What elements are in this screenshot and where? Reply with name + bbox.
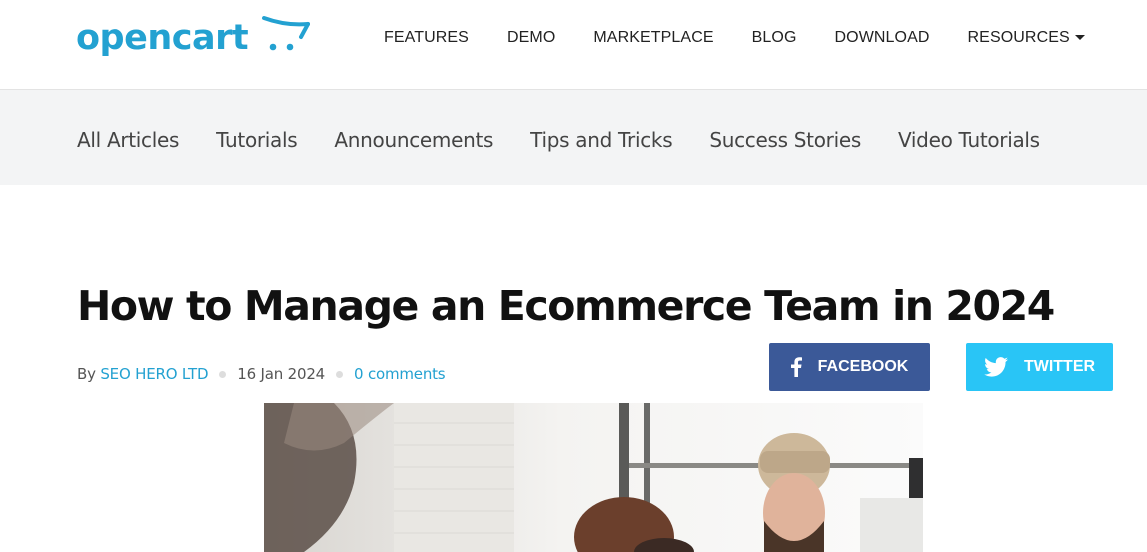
facebook-icon (790, 357, 802, 377)
twitter-label: TWITTER (1023, 358, 1096, 375)
article-hero-image (264, 403, 923, 552)
nav-resources-label: RESOURCES (967, 29, 1070, 46)
category-all-articles[interactable]: All Articles (77, 128, 179, 152)
nav-demo[interactable]: DEMO (507, 29, 555, 47)
author-link[interactable]: SEO HERO LTD (100, 365, 208, 383)
category-nav: All Articles Tutorials Announcements Tip… (77, 90, 1077, 190)
nav-features[interactable]: FEATURES (384, 29, 469, 47)
category-success-stories[interactable]: Success Stories (709, 128, 861, 152)
cart-logo-icon (262, 16, 310, 51)
category-video-tutorials[interactable]: Video Tutorials (898, 128, 1040, 152)
article-date: 16 Jan 2024 (237, 365, 326, 383)
article-title: How to Manage an Ecommerce Team in 2024 (77, 282, 1055, 330)
logo-text: opencart (76, 18, 249, 58)
nav-marketplace[interactable]: MARKETPLACE (593, 29, 713, 47)
main-nav: FEATURES DEMO MARKETPLACE BLOG DOWNLOAD … (384, 0, 1085, 76)
facebook-label: FACEBOOK (817, 358, 909, 375)
by-label: By (77, 365, 96, 383)
article-meta: By SEO HERO LTD 16 Jan 2024 0 comments (77, 362, 446, 386)
site-header: opencart FEATURES DEMO MARKETPLACE BLOG … (0, 0, 1147, 90)
comments-link[interactable]: 0 comments (354, 365, 446, 383)
category-tips-and-tricks[interactable]: Tips and Tricks (530, 128, 672, 152)
twitter-bird-icon (984, 357, 1008, 377)
nav-resources[interactable]: RESOURCES (968, 29, 1085, 47)
caret-down-icon (1074, 35, 1085, 41)
team-photo-image (264, 403, 923, 552)
category-bar: All Articles Tutorials Announcements Tip… (0, 90, 1147, 185)
separator-dot (219, 370, 227, 378)
category-announcements[interactable]: Announcements (334, 128, 493, 152)
facebook-share-button[interactable]: FACEBOOK (769, 343, 930, 391)
nav-download[interactable]: DOWNLOAD (835, 29, 930, 47)
nav-blog[interactable]: BLOG (752, 29, 797, 47)
separator-dot (336, 370, 344, 378)
opencart-logo[interactable]: opencart (76, 14, 310, 62)
twitter-share-button[interactable]: TWITTER (966, 343, 1113, 391)
category-tutorials[interactable]: Tutorials (216, 128, 298, 152)
